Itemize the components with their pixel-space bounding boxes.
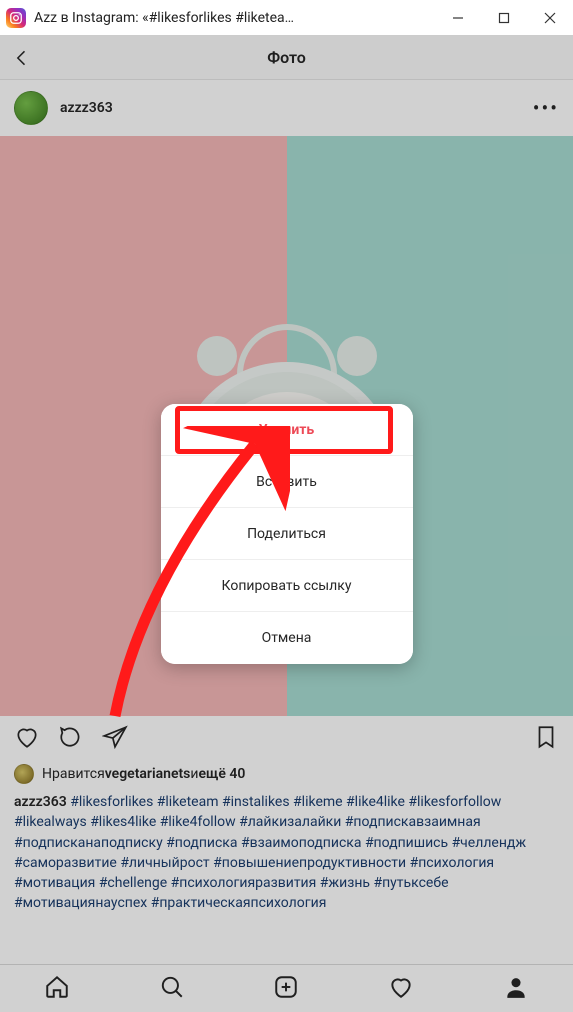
likes-count: ещё 40 bbox=[198, 766, 245, 782]
hashtag[interactable]: #психологияразвития bbox=[167, 875, 316, 891]
hashtag[interactable]: #взаимоподписка bbox=[238, 835, 362, 851]
app-header: Фото bbox=[0, 36, 573, 80]
hashtag[interactable]: #психология bbox=[406, 855, 494, 871]
bottom-nav bbox=[0, 964, 573, 1012]
likes-middle: и bbox=[190, 766, 198, 782]
hashtag[interactable]: #лайкизалайки bbox=[236, 814, 342, 830]
hashtag[interactable]: #likes4like bbox=[87, 814, 157, 830]
share-button[interactable] bbox=[102, 724, 128, 754]
hashtag[interactable]: #chellenge bbox=[95, 875, 167, 891]
hashtag[interactable]: #likesforlikes bbox=[70, 794, 153, 810]
hashtag[interactable]: #личныйрост bbox=[117, 855, 210, 871]
hashtag[interactable]: #путьксебе bbox=[370, 875, 449, 891]
options-modal: Удалить Вставить Поделиться Копировать с… bbox=[161, 404, 413, 664]
nav-profile[interactable] bbox=[503, 974, 529, 1004]
hashtag[interactable]: #подписканаподписку bbox=[14, 835, 163, 851]
modal-cancel[interactable]: Отмена bbox=[161, 612, 413, 664]
window-minimize-button[interactable] bbox=[435, 0, 481, 35]
nav-search[interactable] bbox=[159, 974, 185, 1004]
nav-add-post[interactable] bbox=[273, 974, 299, 1004]
more-options-button[interactable]: ••• bbox=[533, 96, 559, 120]
liker-name: vegetarianets bbox=[105, 766, 191, 782]
hashtag[interactable]: #повышениепродуктивности bbox=[210, 855, 406, 871]
like-button[interactable] bbox=[14, 724, 40, 754]
hashtag[interactable]: #практическаяпсихология bbox=[147, 895, 326, 911]
window-title: Azz в Instagram: «#likesforlikes #likete… bbox=[34, 10, 435, 26]
hashtag[interactable]: #жизнь bbox=[316, 875, 370, 891]
hashtag[interactable]: #подпишись bbox=[361, 835, 448, 851]
post-header: azzz363 ••• bbox=[0, 80, 573, 136]
avatar[interactable] bbox=[14, 91, 48, 125]
hashtag[interactable]: #likealways bbox=[14, 814, 87, 830]
bookmark-button[interactable] bbox=[533, 724, 559, 754]
hashtag[interactable]: #саморазвитие bbox=[14, 855, 117, 871]
post-actions bbox=[0, 716, 573, 762]
page-title: Фото bbox=[267, 48, 306, 67]
hashtag[interactable]: #instalikes bbox=[219, 794, 290, 810]
window-maximize-button[interactable] bbox=[481, 0, 527, 35]
hashtag[interactable]: #like4follow bbox=[156, 814, 235, 830]
caption-author[interactable]: azzz363 bbox=[14, 794, 67, 810]
hashtag[interactable]: #likeme bbox=[290, 794, 343, 810]
hashtag[interactable]: #подписка bbox=[163, 835, 238, 851]
window-close-button[interactable] bbox=[527, 0, 573, 35]
back-button[interactable] bbox=[12, 36, 32, 79]
liker-avatar bbox=[14, 764, 34, 784]
nav-home[interactable] bbox=[44, 974, 70, 1004]
nav-activity[interactable] bbox=[388, 974, 414, 1004]
post-username[interactable]: azzz363 bbox=[60, 100, 533, 116]
hashtag[interactable]: #likesforfollow bbox=[405, 794, 501, 810]
likes-prefix: Нравится bbox=[42, 766, 105, 782]
hashtag[interactable]: #подпискавзаимная bbox=[341, 814, 480, 830]
likes-row[interactable]: Нравится vegetarianets и ещё 40 bbox=[0, 762, 573, 790]
instagram-app-icon bbox=[6, 8, 26, 28]
modal-delete[interactable]: Удалить bbox=[161, 404, 413, 456]
modal-copylink[interactable]: Копировать ссылку bbox=[161, 560, 413, 612]
comment-button[interactable] bbox=[58, 724, 84, 754]
hashtag[interactable]: #мотивациянауспех bbox=[14, 895, 147, 911]
hashtag[interactable]: #мотивация bbox=[14, 875, 95, 891]
hashtag[interactable]: #челлендж bbox=[448, 835, 526, 851]
modal-share[interactable]: Поделиться bbox=[161, 508, 413, 560]
modal-embed[interactable]: Вставить bbox=[161, 456, 413, 508]
post-caption: azzz363 #likesforlikes #liketeam #instal… bbox=[0, 790, 573, 922]
hashtag[interactable]: #liketeam bbox=[153, 794, 218, 810]
hashtag[interactable]: #like4like bbox=[343, 794, 405, 810]
window-titlebar: Azz в Instagram: «#likesforlikes #likete… bbox=[0, 0, 573, 36]
